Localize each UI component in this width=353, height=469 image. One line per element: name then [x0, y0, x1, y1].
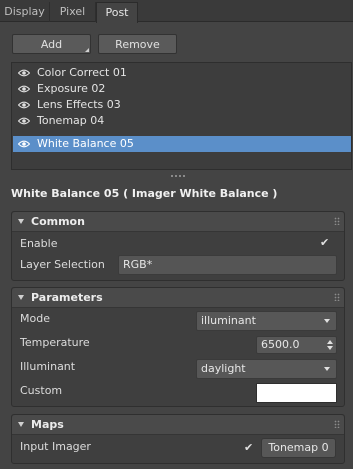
- chevron-down-icon: [324, 367, 330, 371]
- eye-icon[interactable]: [18, 140, 30, 148]
- collapse-arrow-icon: [18, 295, 24, 300]
- common-rollout-header[interactable]: Common: [12, 212, 344, 232]
- grip-icon[interactable]: [334, 217, 340, 225]
- rollout-title: Maps: [31, 418, 64, 431]
- list-item[interactable]: Tonemap 04: [13, 113, 351, 129]
- list-item-label: Lens Effects 03: [37, 98, 121, 111]
- add-button-label: Add: [40, 38, 63, 51]
- list-item[interactable]: Color Correct 01: [13, 65, 351, 81]
- maps-rollout: Maps Input Imager ✔ Tonemap 0: [11, 414, 345, 464]
- mode-value: illuminant: [201, 314, 256, 327]
- parameters-rollout: Parameters Mode illuminant Temperature 6…: [11, 287, 345, 407]
- list-item-label: Tonemap 04: [37, 114, 105, 127]
- list-item-label: Exposure 02: [37, 82, 106, 95]
- mode-dropdown[interactable]: illuminant: [196, 311, 337, 331]
- dropdown-corner-icon: [85, 48, 89, 52]
- list-item-selected[interactable]: White Balance 05: [13, 136, 351, 152]
- custom-color-swatch[interactable]: [256, 383, 337, 403]
- parameters-rollout-header[interactable]: Parameters: [12, 288, 344, 308]
- collapse-arrow-icon: [18, 219, 24, 224]
- grip-icon[interactable]: [334, 293, 340, 301]
- effects-list[interactable]: Color Correct 01 Exposure 02 Lens Effect…: [11, 62, 352, 170]
- illuminant-label: Illuminant: [20, 360, 76, 373]
- tab-display[interactable]: Display: [0, 2, 50, 22]
- spinner-down-icon[interactable]: [327, 346, 333, 350]
- add-button[interactable]: Add: [12, 34, 91, 54]
- chevron-down-icon: [324, 319, 330, 323]
- list-item[interactable]: Lens Effects 03: [13, 97, 351, 113]
- list-item[interactable]: Exposure 02: [13, 81, 351, 97]
- enable-label: Enable: [20, 237, 58, 250]
- splitter-handle[interactable]: [171, 175, 185, 179]
- list-item-label: Color Correct 01: [37, 66, 127, 79]
- tab-post[interactable]: Post: [96, 2, 138, 23]
- input-imager-label: Input Imager: [20, 440, 91, 453]
- temperature-label: Temperature: [20, 336, 90, 349]
- layer-selection-field[interactable]: RGB*: [118, 255, 337, 275]
- eye-icon[interactable]: [18, 101, 30, 109]
- spinner-up-icon[interactable]: [327, 340, 333, 344]
- tab-bar: Display Pixel Post: [0, 0, 353, 23]
- input-imager-checkbox[interactable]: ✔: [244, 442, 254, 453]
- temperature-spinner[interactable]: 6500.0: [256, 336, 337, 354]
- eye-icon[interactable]: [18, 69, 30, 77]
- tab-pixel[interactable]: Pixel: [50, 2, 96, 22]
- rollout-title: Common: [31, 215, 85, 228]
- common-rollout: Common Enable ✔ Layer Selection RGB*: [11, 211, 345, 281]
- grip-icon[interactable]: [334, 420, 340, 428]
- custom-label: Custom: [20, 384, 63, 397]
- remove-button[interactable]: Remove: [98, 34, 177, 54]
- collapse-arrow-icon: [18, 422, 24, 427]
- mode-label: Mode: [20, 312, 50, 325]
- illuminant-dropdown[interactable]: daylight: [196, 359, 337, 379]
- temperature-value: 6500.0: [261, 338, 300, 351]
- input-imager-map-button[interactable]: Tonemap 0: [261, 438, 336, 458]
- maps-rollout-header[interactable]: Maps: [12, 415, 344, 435]
- illuminant-value: daylight: [201, 362, 246, 375]
- eye-icon[interactable]: [18, 85, 30, 93]
- list-item-label: White Balance 05: [37, 137, 134, 150]
- layer-selection-label: Layer Selection: [20, 258, 105, 271]
- selected-effect-title: White Balance 05 ( Imager White Balance …: [11, 187, 278, 200]
- rollout-title: Parameters: [31, 291, 103, 304]
- enable-checkbox[interactable]: ✔: [320, 237, 330, 248]
- eye-icon[interactable]: [18, 117, 30, 125]
